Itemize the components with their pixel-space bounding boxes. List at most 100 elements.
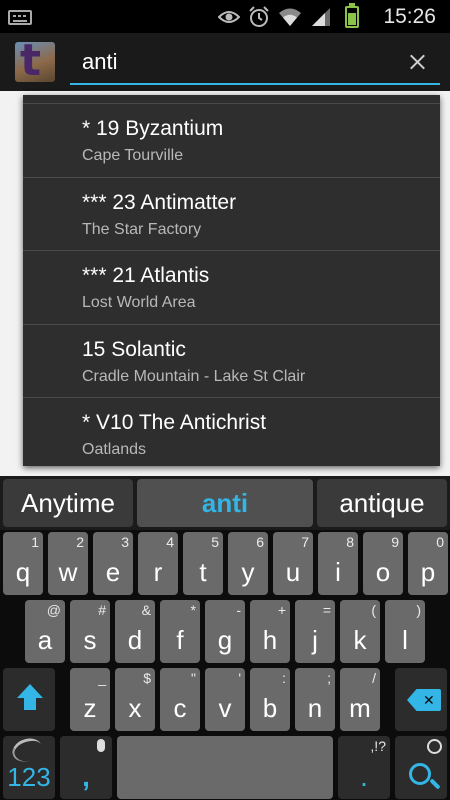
key-secondary: / (372, 670, 376, 686)
key-label: j (312, 625, 318, 655)
space-key[interactable] (117, 736, 333, 799)
suggestion-item[interactable]: *** 23 Antimatter The Star Factory (23, 178, 440, 252)
key-p[interactable]: 0p (408, 532, 448, 595)
key-secondary: = (322, 602, 331, 618)
key-label: i (335, 557, 341, 587)
search-suggestions-dropdown: * 19 Byzantium Cape Tourville *** 23 Ant… (23, 95, 440, 466)
key-w[interactable]: 2w (48, 532, 88, 595)
comma-key-label: , (82, 761, 90, 792)
key-secondary: ' (238, 670, 241, 686)
numbers-key[interactable]: 123 (3, 734, 55, 799)
key-secondary: @ (46, 602, 61, 618)
key-secondary: 4 (166, 534, 174, 550)
word-suggestion-left[interactable]: Anytime (3, 479, 133, 527)
key-o[interactable]: 9o (363, 532, 403, 595)
period-key-label: . (360, 761, 368, 792)
suggestion-subtitle: Cradle Mountain - Lake St Clair (82, 367, 306, 385)
key-label: x (128, 693, 142, 723)
key-label: u (285, 557, 301, 587)
key-secondary: " (191, 670, 196, 686)
suggestion-item[interactable]: * 19 Byzantium Cape Tourville (23, 104, 440, 178)
period-key-secondary: ,!? (370, 738, 386, 754)
key-y[interactable]: 6y (228, 532, 268, 595)
key-v[interactable]: ' v (205, 668, 245, 731)
key-g[interactable]: -g (205, 600, 245, 663)
suggestion-title: 15 Solantic (82, 337, 186, 361)
key-label: k (353, 625, 367, 655)
search-input[interactable] (70, 45, 390, 79)
key-secondary: + (277, 602, 286, 618)
key-label: o (375, 557, 391, 587)
key-s[interactable]: # s (70, 600, 110, 663)
suggestion-item[interactable]: * V10 The Antichrist Oatlands (23, 398, 440, 466)
suggestion-subtitle: Oatlands (82, 441, 147, 459)
eye-icon (218, 11, 240, 23)
key-n[interactable]: ; n (295, 668, 335, 731)
key-secondary: _ (98, 670, 106, 686)
key-i[interactable]: 8i (318, 532, 358, 595)
key-k[interactable]: (k (340, 600, 380, 663)
suggestion-item[interactable]: *** 21 Atlantis Lost World Area (23, 251, 440, 325)
key-q[interactable]: 1q (3, 532, 43, 595)
key-label: l (402, 625, 408, 655)
key-label: n (307, 693, 323, 723)
shift-key[interactable] (3, 668, 55, 731)
key-b[interactable]: :b (250, 668, 290, 731)
battery-icon (345, 3, 359, 28)
key-label: d (127, 625, 143, 655)
key-secondary: 2 (76, 534, 84, 550)
soft-keyboard: Anytime anti antique 1q 2w 3e 4r 5t 6y 7… (0, 476, 450, 800)
key-secondary: 9 (391, 534, 399, 550)
search-key[interactable] (395, 736, 447, 799)
key-a[interactable]: @ a (25, 600, 65, 663)
key-d[interactable]: & d (115, 600, 155, 663)
key-x[interactable]: $ x (115, 668, 155, 731)
key-label: v (218, 693, 232, 723)
clear-search-button[interactable] (402, 47, 432, 77)
key-secondary: * (190, 602, 196, 618)
key-label: t (199, 557, 207, 587)
key-t[interactable]: 5t (183, 532, 223, 595)
suggestion-item[interactable]: 15 Solantic Cradle Mountain - Lake St Cl… (23, 325, 440, 399)
app-logo-letter: t (20, 42, 42, 82)
search-icon-handle (429, 778, 441, 790)
search-box (70, 41, 440, 85)
key-secondary: ( (371, 602, 376, 618)
key-secondary: 0 (436, 534, 444, 550)
backspace-x-icon: ✕ (423, 692, 435, 708)
app-logo-icon[interactable]: t (15, 42, 55, 82)
key-u[interactable]: 7u (273, 532, 313, 595)
alarm-icon (249, 6, 269, 27)
key-label: z (83, 693, 97, 723)
key-secondary: 3 (121, 534, 129, 550)
backspace-key[interactable]: ✕ (395, 668, 447, 731)
key-m[interactable]: / m (340, 668, 380, 731)
key-label: w (58, 557, 78, 587)
emoji-icon (427, 739, 442, 754)
key-secondary: 7 (301, 534, 309, 550)
key-secondary: & (141, 602, 151, 618)
signal-icon (312, 8, 330, 26)
suggestion-subtitle: The Star Factory (82, 220, 202, 238)
word-suggestion-center[interactable]: anti (137, 479, 313, 527)
shift-icon-stem (24, 698, 36, 710)
key-secondary: : (282, 670, 286, 686)
period-key[interactable]: ,!? . (338, 736, 390, 799)
comma-key[interactable]: , (60, 736, 112, 799)
key-label: r (153, 557, 163, 587)
key-label: e (105, 557, 121, 587)
key-label: a (37, 625, 53, 655)
key-c[interactable]: " c (160, 668, 200, 731)
key-l[interactable]: ) l (385, 600, 425, 663)
key-secondary: ; (327, 670, 331, 686)
key-label: q (15, 557, 31, 587)
wifi-icon (279, 8, 301, 26)
key-z[interactable]: _ z (70, 668, 110, 731)
suggestion-subtitle: Lost World Area (82, 294, 196, 312)
word-suggestion-right[interactable]: antique (317, 479, 447, 527)
key-h[interactable]: + h (250, 600, 290, 663)
key-j[interactable]: = j (295, 600, 335, 663)
key-f[interactable]: * f (160, 600, 200, 663)
key-r[interactable]: 4r (138, 532, 178, 595)
key-e[interactable]: 3e (93, 532, 133, 595)
